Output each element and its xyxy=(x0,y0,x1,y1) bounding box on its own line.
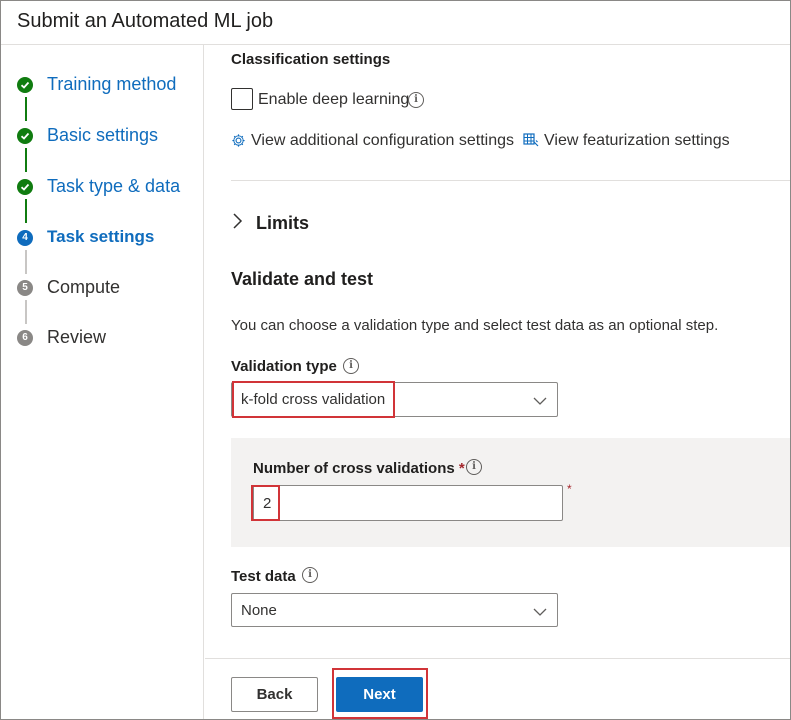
step-task-type-data[interactable]: Task type & data xyxy=(1,173,201,203)
back-button[interactable]: Back xyxy=(231,677,318,712)
view-additional-configuration-link[interactable]: View additional configuration settings xyxy=(251,132,514,150)
info-icon[interactable]: i xyxy=(343,358,359,374)
page-title: Submit an Automated ML job xyxy=(17,10,274,32)
step-label: Basic settings xyxy=(47,125,159,145)
task-settings-panel: Classification settings Enable deep lear… xyxy=(205,45,790,658)
step-number-badge: 4 xyxy=(17,230,33,246)
wizard-steps-sidebar: Training method Basic settings Task type… xyxy=(1,45,204,719)
checkmark-icon xyxy=(17,77,33,93)
step-label: Review xyxy=(47,327,107,347)
step-review[interactable]: 6 Review xyxy=(1,324,201,354)
limits-section-toggle[interactable]: Limits xyxy=(256,213,309,234)
enable-deep-learning-checkbox[interactable] xyxy=(231,88,253,110)
gear-icon xyxy=(231,133,246,152)
step-compute[interactable]: 5 Compute xyxy=(1,274,201,304)
checkmark-icon xyxy=(17,128,33,144)
cross-validations-highlight xyxy=(251,485,280,521)
section-divider xyxy=(231,180,790,181)
info-icon[interactable]: i xyxy=(302,567,318,583)
chevron-right-icon[interactable] xyxy=(231,212,243,236)
required-marker: * xyxy=(567,482,572,496)
step-number-badge: 6 xyxy=(17,330,33,346)
view-featurization-link[interactable]: View featurization settings xyxy=(544,132,730,150)
cross-validations-label: Number of cross validations * xyxy=(253,460,465,477)
table-icon xyxy=(523,133,539,152)
step-label: Training method xyxy=(47,74,177,94)
test-data-label: Test data xyxy=(231,568,296,585)
chevron-down-icon xyxy=(533,604,547,622)
test-data-dropdown[interactable]: None xyxy=(231,593,558,627)
enable-deep-learning-label: Enable deep learning xyxy=(258,91,410,108)
validate-and-test-heading: Validate and test xyxy=(231,269,374,289)
step-label: Task settings xyxy=(47,227,155,246)
validate-description: You can choose a validation type and sel… xyxy=(231,317,719,334)
next-button-highlight xyxy=(332,668,428,719)
info-icon[interactable]: i xyxy=(466,459,482,475)
step-label: Task type & data xyxy=(47,176,181,196)
step-number-badge: 5 xyxy=(17,280,33,296)
classification-settings-heading: Classification settings xyxy=(231,51,391,68)
step-training-method[interactable]: Training method xyxy=(1,71,201,101)
wizard-footer: Back Next xyxy=(205,658,790,719)
dialog-header: Submit an Automated ML job xyxy=(1,1,790,45)
test-data-value: None xyxy=(241,602,277,619)
chevron-down-icon xyxy=(533,393,547,411)
step-label: Compute xyxy=(47,277,121,297)
checkmark-icon xyxy=(17,179,33,195)
step-basic-settings[interactable]: Basic settings xyxy=(1,122,201,152)
validation-type-highlight xyxy=(232,381,395,418)
info-icon[interactable]: i xyxy=(408,92,424,108)
cross-validations-label-text: Number of cross validations xyxy=(253,460,455,477)
cross-validations-input[interactable]: 2 xyxy=(253,485,563,521)
step-task-settings[interactable]: 4 Task settings xyxy=(1,224,201,254)
validation-type-label: Validation type xyxy=(231,358,337,375)
required-marker: * xyxy=(458,460,465,477)
